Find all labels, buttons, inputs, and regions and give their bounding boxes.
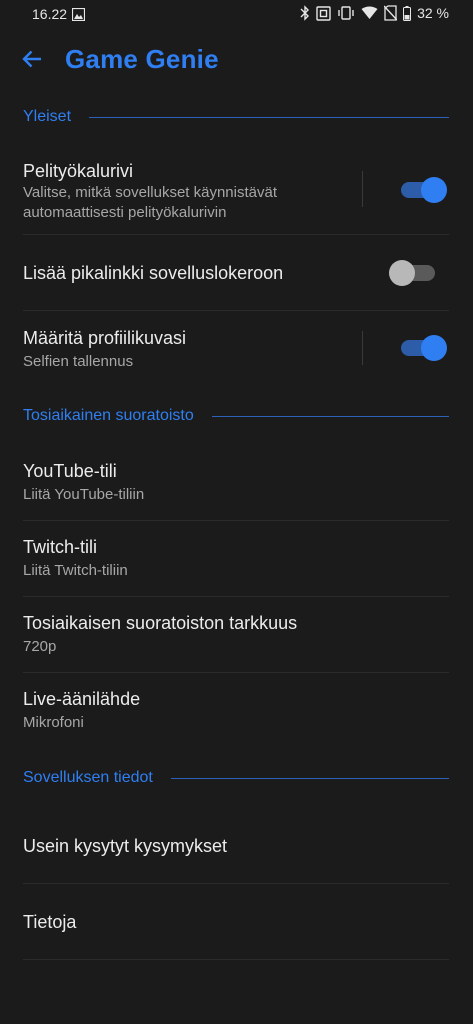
setting-title: YouTube-tili bbox=[23, 461, 117, 481]
setting-subtitle: Valitse, mitkä sovellukset käynnistävät bbox=[23, 184, 277, 201]
no-sim-icon bbox=[384, 5, 398, 21]
battery-percent: 32 % bbox=[417, 5, 449, 21]
section-header-app-info: Sovelluksen tiedot bbox=[23, 768, 449, 788]
setting-subtitle: Liitä YouTube-tiliin bbox=[23, 486, 145, 503]
status-time: 16.22 bbox=[32, 6, 68, 22]
battery-icon bbox=[403, 5, 412, 21]
page-title: Game Genie bbox=[65, 44, 219, 74]
section-header-live-streaming: Tosiaikainen suoratoisto bbox=[23, 406, 449, 426]
section-divider bbox=[89, 116, 449, 118]
vibrate-icon bbox=[337, 6, 355, 20]
setting-game-toolbar[interactable]: Pelityökalurivi Valitse, mitkä sovelluks… bbox=[0, 145, 473, 235]
section-divider bbox=[211, 415, 449, 417]
setting-live-audio-source[interactable]: Live-äänilähde Mikrofoni bbox=[0, 673, 473, 753]
setting-subtitle: Mikrofoni bbox=[23, 714, 84, 731]
game-toolbar-toggle[interactable] bbox=[401, 177, 447, 203]
toggle-thumb bbox=[389, 260, 415, 286]
arrow-back-icon bbox=[22, 50, 41, 68]
setting-faq[interactable]: Usein kysytyt kysymykset bbox=[0, 808, 473, 884]
setting-title: Pelityökalurivi bbox=[23, 161, 134, 181]
row-divider bbox=[23, 959, 449, 960]
setting-title: Tietoja bbox=[23, 912, 77, 932]
nfc-icon bbox=[316, 5, 331, 21]
setting-subtitle: Liitä Twitch-tiliin bbox=[23, 562, 128, 579]
app-bar: Game Genie bbox=[0, 34, 473, 86]
setting-subtitle: 720p bbox=[23, 638, 57, 655]
shortcut-toggle[interactable] bbox=[389, 260, 447, 286]
vertical-divider bbox=[362, 171, 363, 207]
vertical-divider bbox=[362, 331, 363, 365]
toggle-thumb bbox=[421, 177, 447, 203]
section-label: Sovelluksen tiedot bbox=[23, 769, 153, 786]
setting-title: Twitch-tili bbox=[23, 537, 98, 557]
wifi-icon bbox=[361, 6, 378, 20]
setting-title: Tosiaikaisen suoratoiston tarkkuus bbox=[23, 613, 298, 633]
setting-subtitle: Selfien tallennus bbox=[23, 353, 134, 370]
section-label: Tosiaikainen suoratoisto bbox=[23, 407, 194, 424]
status-bar: 16.22 32 % bbox=[0, 0, 473, 30]
status-icons: 32 % bbox=[300, 5, 449, 21]
setting-youtube-account[interactable]: YouTube-tili Liitä YouTube-tiliin bbox=[0, 445, 473, 521]
section-divider bbox=[170, 777, 449, 779]
setting-subtitle: automaattisesti pelityökalurivin bbox=[23, 204, 227, 221]
toggle-thumb bbox=[421, 335, 447, 361]
profile-picture-toggle[interactable] bbox=[401, 335, 447, 361]
bluetooth-icon bbox=[300, 5, 310, 21]
section-label: Yleiset bbox=[23, 108, 72, 125]
setting-title: Live-äänilähde bbox=[23, 689, 141, 709]
back-button[interactable] bbox=[14, 44, 50, 74]
setting-about[interactable]: Tietoja bbox=[0, 884, 473, 960]
setting-title: Määritä profiilikuvasi bbox=[23, 328, 187, 348]
setting-profile-picture[interactable]: Määritä profiilikuvasi Selfien tallennus bbox=[0, 311, 473, 391]
setting-shortcut[interactable]: Lisää pikalinkki sovelluslokeroon bbox=[0, 235, 473, 311]
setting-title: Usein kysytyt kysymykset bbox=[23, 836, 228, 856]
section-header-general: Yleiset bbox=[23, 107, 449, 127]
setting-stream-resolution[interactable]: Tosiaikaisen suoratoiston tarkkuus 720p bbox=[0, 597, 473, 673]
setting-twitch-account[interactable]: Twitch-tili Liitä Twitch-tiliin bbox=[0, 521, 473, 597]
setting-title: Lisää pikalinkki sovelluslokeroon bbox=[23, 263, 284, 283]
gallery-icon bbox=[71, 7, 86, 26]
